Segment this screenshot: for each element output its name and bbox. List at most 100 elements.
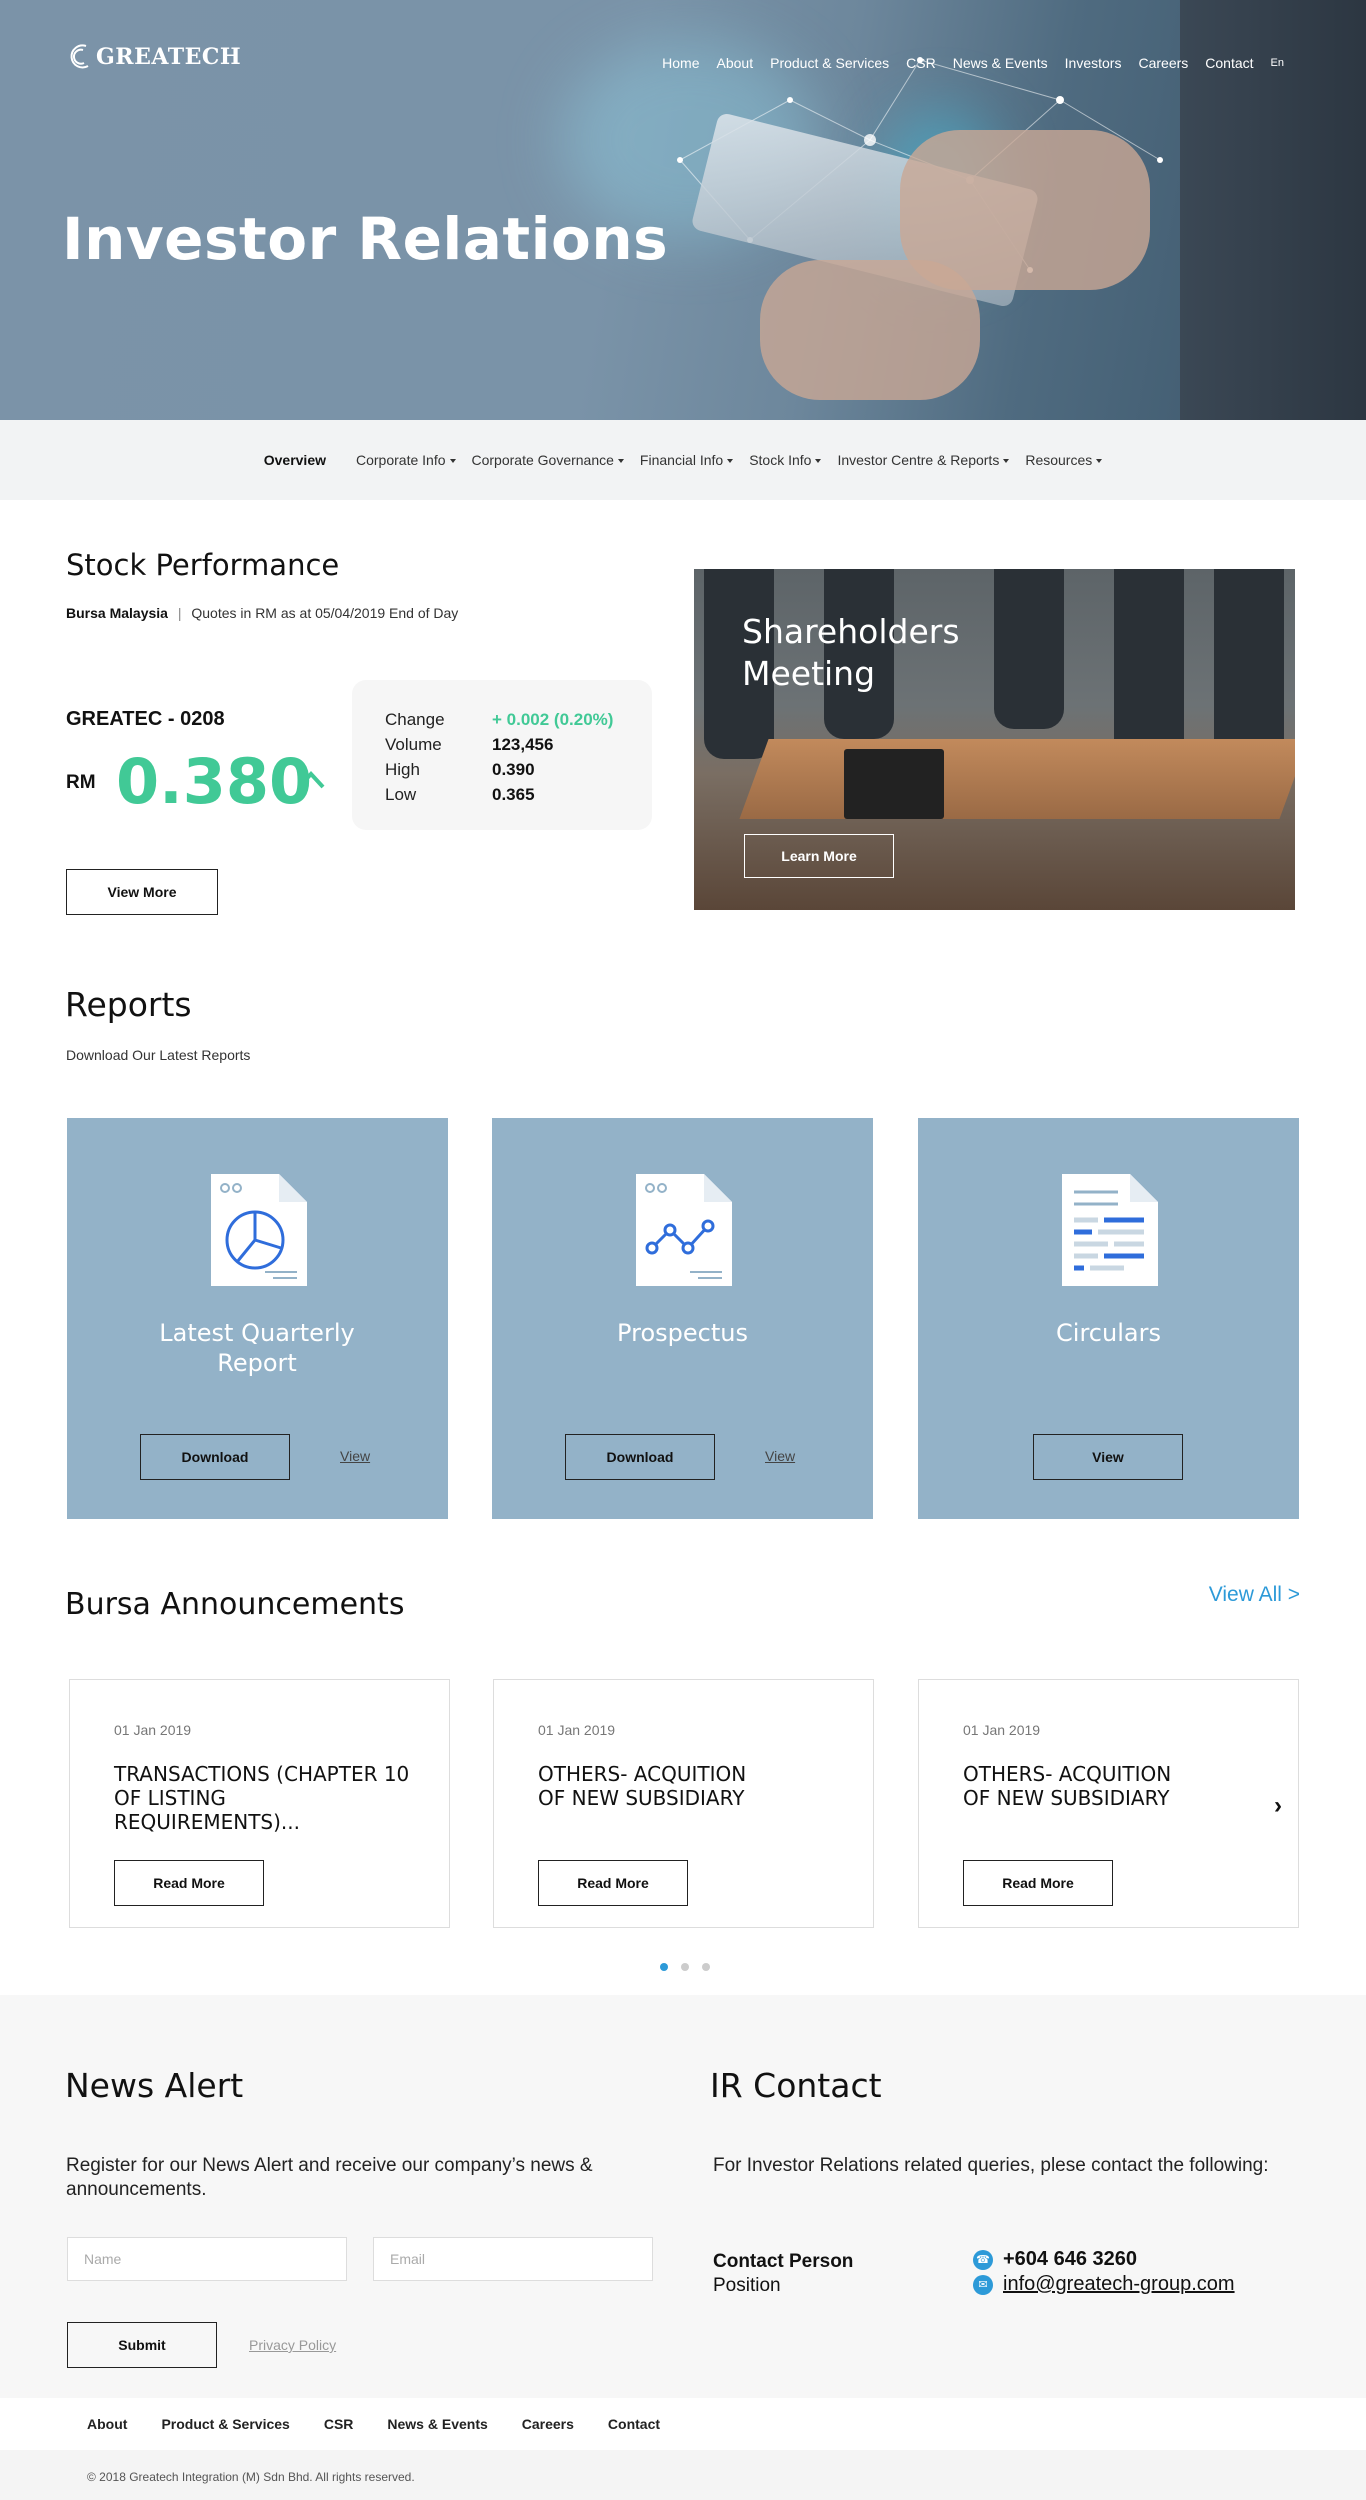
- stat-label: Volume: [385, 735, 442, 754]
- subnav-label: Resources: [1025, 452, 1093, 468]
- nav-contact[interactable]: Contact: [1205, 55, 1253, 71]
- report-card-prospectus: Prospectus Download View: [492, 1118, 873, 1519]
- language-switch[interactable]: En: [1271, 55, 1284, 71]
- ir-contact-text: For Investor Relations related queries, …: [713, 2155, 1269, 2176]
- hand-graphic: [760, 260, 980, 400]
- view-link[interactable]: View: [340, 1448, 370, 1464]
- name-input[interactable]: [67, 2237, 347, 2281]
- subnav-resources[interactable]: Resources: [1025, 452, 1103, 468]
- laptop-graphic: [844, 749, 944, 819]
- contact-email[interactable]: ✉ info@greatech-group.com: [973, 2273, 1235, 2296]
- report-card-title: Latest Quarterly Report: [159, 1319, 355, 1377]
- quote-date-note: Quotes in RM as at 05/04/2019 End of Day: [191, 605, 459, 621]
- view-link[interactable]: View: [765, 1448, 795, 1464]
- copyright-text: © 2018 Greatech Integration (M) Sdn Bhd.…: [0, 2450, 1366, 2500]
- person-graphic: [994, 569, 1064, 729]
- subnav-investor-centre[interactable]: Investor Centre & Reports: [837, 452, 1010, 468]
- news-alert-text: Register for our News Alert and receive …: [66, 2155, 593, 2200]
- announcement-card: 01 Jan 2019 TRANSACTIONS (CHAPTER 10 OF …: [69, 1679, 450, 1928]
- stat-label: Low: [385, 785, 417, 804]
- footer-link-news-events[interactable]: News & Events: [387, 2416, 487, 2432]
- footer-link-about[interactable]: About: [87, 2416, 127, 2432]
- footer-link-careers[interactable]: Careers: [522, 2416, 574, 2432]
- announcement-card: 01 Jan 2019 OTHERS- ACQUITION OF NEW SUB…: [918, 1679, 1299, 1928]
- shareholders-meeting-card: Shareholders Meeting Learn More: [694, 569, 1295, 910]
- contact-position: Position: [713, 2275, 781, 2296]
- announcement-date: 01 Jan 2019: [538, 1722, 616, 1738]
- brand-logo[interactable]: GREATECH: [66, 42, 241, 72]
- nav-home[interactable]: Home: [662, 55, 699, 71]
- submit-button[interactable]: Submit: [67, 2322, 217, 2368]
- subnav-stock-info[interactable]: Stock Info: [749, 452, 822, 468]
- nav-investors[interactable]: Investors: [1065, 55, 1122, 71]
- download-button[interactable]: Download: [565, 1434, 715, 1480]
- announcement-headline[interactable]: OTHERS- ACQUITION OF NEW SUBSIDIARY: [538, 1762, 778, 1810]
- footer-link-products[interactable]: Product & Services: [161, 2416, 289, 2432]
- logo-text: GREATECH: [96, 44, 242, 70]
- caret-down-icon: [1096, 459, 1103, 464]
- report-card-title: Prospectus: [617, 1319, 748, 1347]
- reports-title: Reports: [65, 985, 192, 1024]
- footer-link-contact[interactable]: Contact: [608, 2416, 660, 2432]
- caret-down-icon: [815, 459, 822, 464]
- nav-csr[interactable]: CSR: [906, 55, 936, 71]
- contact-person-block: Contact Person Position: [713, 2250, 853, 2298]
- stock-performance-title: Stock Performance: [66, 548, 340, 582]
- separator: |: [177, 605, 182, 621]
- carousel-dot[interactable]: [681, 1963, 689, 1971]
- stat-low: Low 0.365: [385, 785, 652, 810]
- announcement-date: 01 Jan 2019: [114, 1722, 192, 1738]
- read-more-button[interactable]: Read More: [963, 1860, 1113, 1906]
- subnav-overview[interactable]: Overview: [264, 452, 326, 468]
- nav-about[interactable]: About: [717, 55, 754, 71]
- stock-stats-panel: Change + 0.002 (0.20%) Volume 123,456 High…: [352, 680, 652, 830]
- carousel-dot[interactable]: [702, 1963, 710, 1971]
- email-icon: ✉: [973, 2274, 993, 2295]
- text-document-icon: [1062, 1174, 1158, 1286]
- hero-banner: GREATECH Home About Product & Services C…: [0, 0, 1366, 420]
- subnav-financial-info[interactable]: Financial Info: [639, 452, 734, 468]
- stat-value: 0.365: [492, 785, 535, 804]
- subnav-label: Investor Centre & Reports: [837, 452, 1000, 468]
- learn-more-button[interactable]: Learn More: [744, 834, 894, 878]
- exchange-name: Bursa Malaysia: [66, 605, 168, 621]
- announcement-card: 01 Jan 2019 OTHERS- ACQUITION OF NEW SUB…: [493, 1679, 874, 1928]
- carousel-dot[interactable]: [660, 1963, 668, 1971]
- nav-news-events[interactable]: News & Events: [953, 55, 1048, 71]
- stat-high: High 0.390: [385, 760, 652, 785]
- nav-products[interactable]: Product & Services: [770, 55, 889, 71]
- footer-link-csr[interactable]: CSR: [324, 2416, 354, 2432]
- subnav-corporate-info[interactable]: Corporate Info: [356, 452, 456, 468]
- stock-price: 0.380: [116, 745, 313, 818]
- email-address: info@greatech-group.com: [1003, 2273, 1235, 2295]
- view-more-button[interactable]: View More: [66, 869, 218, 915]
- greatech-logo-icon: [70, 44, 89, 69]
- ir-contact-title: IR Contact: [710, 2066, 882, 2105]
- subnav-label: Corporate Info: [356, 452, 446, 468]
- privacy-policy-link[interactable]: Privacy Policy: [249, 2337, 336, 2353]
- stat-label: High: [385, 760, 420, 779]
- nav-careers[interactable]: Careers: [1138, 55, 1188, 71]
- announcement-headline[interactable]: OTHERS- ACQUITION OF NEW SUBSIDIARY: [963, 1762, 1203, 1810]
- view-all-link[interactable]: View All >: [1209, 1583, 1300, 1607]
- footer-nav: About Product & Services CSR News & Even…: [0, 2398, 1366, 2450]
- stat-value: + 0.002 (0.20%): [492, 710, 614, 729]
- top-nav: Home About Product & Services CSR News &…: [662, 55, 1284, 71]
- contact-person-name: Contact Person: [713, 2251, 854, 2272]
- subnav-corporate-governance[interactable]: Corporate Governance: [472, 452, 624, 468]
- view-button[interactable]: View: [1033, 1434, 1183, 1480]
- subnav-label: Financial Info: [639, 452, 724, 468]
- read-more-button[interactable]: Read More: [538, 1860, 688, 1906]
- subnav-label: Stock Info: [749, 452, 812, 468]
- download-button[interactable]: Download: [140, 1434, 290, 1480]
- stat-value: 0.390: [492, 760, 535, 779]
- report-card-circulars: Circulars View: [918, 1118, 1299, 1519]
- contact-phone[interactable]: ☎ +604 646 3260: [973, 2248, 1137, 2271]
- announcement-date: 01 Jan 2019: [963, 1722, 1041, 1738]
- announcement-headline[interactable]: TRANSACTIONS (CHAPTER 10 OF LISTING REQU…: [114, 1762, 414, 1834]
- caret-down-icon: [449, 459, 456, 464]
- carousel-next-icon[interactable]: ›: [1274, 1792, 1282, 1820]
- email-input[interactable]: [373, 2237, 653, 2281]
- read-more-button[interactable]: Read More: [114, 1860, 264, 1906]
- person-graphic: [1114, 569, 1184, 759]
